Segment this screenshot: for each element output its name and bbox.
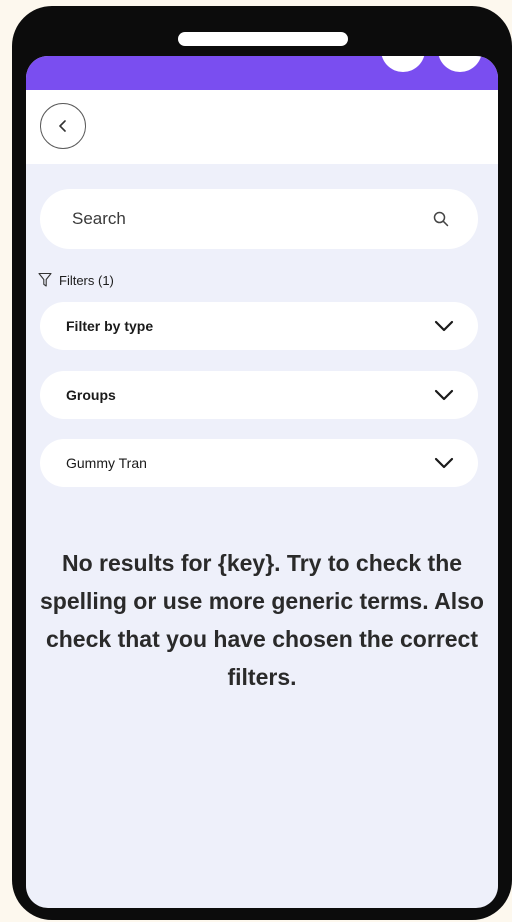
search-bar[interactable] <box>40 189 478 249</box>
top-avatar-circle <box>381 56 425 72</box>
groups-dropdown[interactable]: Groups <box>40 371 478 419</box>
app-screen: Filters (1) Filter by type Groups Gummy … <box>26 56 498 908</box>
dropdown-label: Gummy Tran <box>66 455 147 471</box>
chevron-down-icon <box>434 388 454 402</box>
chevron-down-icon <box>434 319 454 333</box>
filters-label: Filters (1) <box>59 272 114 288</box>
back-button[interactable] <box>40 103 86 149</box>
speaker-notch <box>178 32 348 46</box>
empty-state-message: No results for {key}. Try to check the s… <box>40 550 484 690</box>
chevron-down-icon <box>434 456 454 470</box>
chevron-left-icon <box>59 120 66 132</box>
search-input[interactable] <box>70 208 432 230</box>
search-icon[interactable] <box>432 210 450 228</box>
user-dropdown[interactable]: Gummy Tran <box>40 439 478 487</box>
dropdown-label: Filter by type <box>66 318 154 334</box>
dropdown-label: Groups <box>66 387 116 403</box>
phone-frame: Filters (1) Filter by type Groups Gummy … <box>12 6 512 920</box>
top-avatar-circle <box>438 56 482 72</box>
header-bar <box>26 90 498 164</box>
filter-icon <box>38 272 52 287</box>
filter-by-type-dropdown[interactable]: Filter by type <box>40 302 478 350</box>
top-accent-bar <box>26 56 498 90</box>
filters-header: Filters (1) <box>38 270 114 290</box>
